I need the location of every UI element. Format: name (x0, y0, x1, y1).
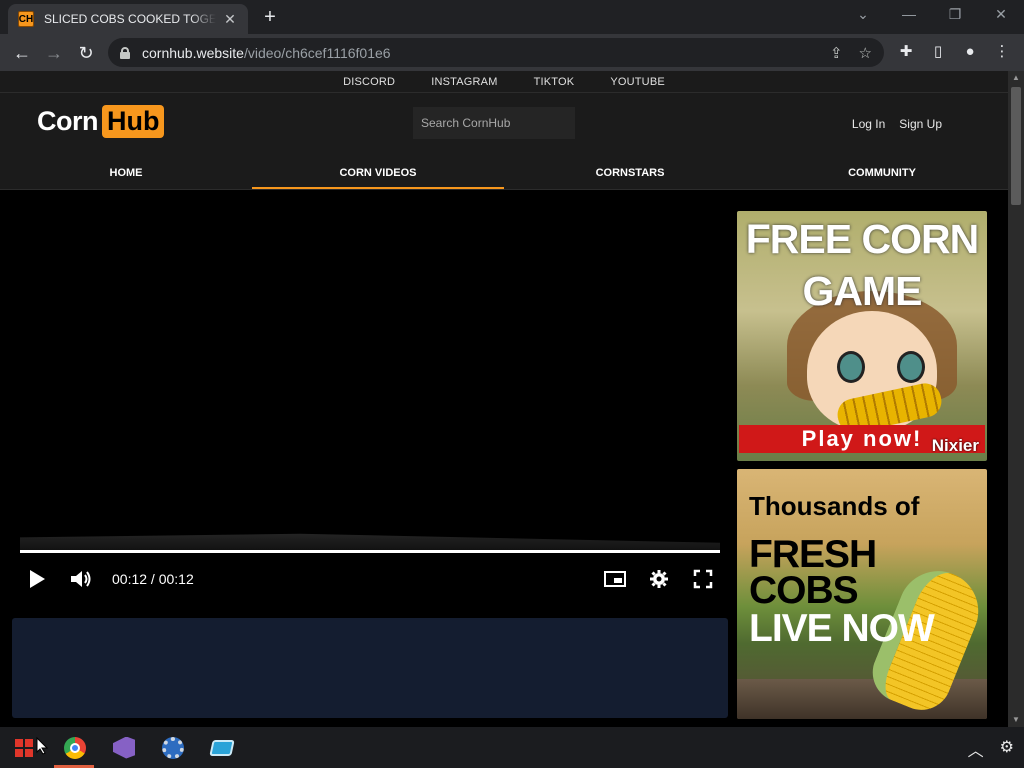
close-window-button[interactable]: ✕ (989, 6, 1013, 23)
tab-close-icon[interactable]: ✕ (222, 11, 238, 28)
profile-avatar-icon[interactable]: ● (958, 40, 982, 64)
ad-banner-fresh-cobs[interactable]: Thousands of FRESH COBS LIVE NOW (737, 469, 987, 719)
taskbar-chrome[interactable] (51, 727, 99, 768)
settings-gear-icon (162, 736, 184, 759)
browser-tab[interactable]: CH SLICED COBS COOKED TOGETHE ✕ (8, 4, 248, 34)
nav-cornstars[interactable]: CORNSTARS (504, 159, 756, 189)
volume-icon (71, 571, 91, 587)
progress-bar[interactable] (20, 550, 720, 553)
lock-icon[interactable] (120, 46, 130, 59)
logo-text-corn: Corn (37, 106, 99, 136)
ad-subheadline: FRESH COBS (749, 533, 877, 612)
play-icon (30, 570, 45, 588)
nav-corn-videos[interactable]: CORN VIDEOS (252, 159, 504, 189)
login-link[interactable]: Log In (852, 117, 885, 131)
signup-link[interactable]: Sign Up (899, 117, 942, 131)
ad-character-eye (897, 351, 925, 383)
scroll-thumb[interactable] (1011, 87, 1021, 205)
volume-button[interactable] (70, 567, 94, 591)
scroll-down-arrow-icon[interactable]: ▼ (1008, 713, 1024, 727)
ad-banner-corn-game[interactable]: FREE CORN GAME Play now! Nixier (737, 211, 987, 461)
favicon-icon: CH (18, 11, 34, 27)
ad-live-now: LIVE NOW (749, 607, 935, 650)
forward-button[interactable]: → (41, 40, 67, 66)
tab-strip: CH SLICED COBS COOKED TOGETHE ✕ + ⌄ — ❐ … (0, 0, 1024, 34)
taskbar-visual-studio[interactable] (100, 727, 148, 768)
video-info-panel (12, 618, 728, 718)
tray-gear-icon[interactable]: ⚙ (1000, 737, 1014, 761)
logo-text-hub: Hub (102, 105, 165, 138)
address-bar[interactable]: cornhub.website/video/ch6cef1116f01e6 ⇪ … (108, 38, 884, 67)
social-link-instagram[interactable]: INSTAGRAM (431, 76, 497, 88)
minimize-button[interactable]: — (897, 6, 921, 22)
settings-button[interactable] (649, 567, 669, 591)
extensions-icon[interactable]: ✚ (894, 40, 918, 64)
windows-logo-icon (15, 738, 33, 757)
pip-button[interactable] (604, 567, 626, 591)
fullscreen-button[interactable] (693, 567, 713, 591)
bookmark-star-icon[interactable]: ☆ (859, 44, 872, 62)
back-button[interactable]: ← (9, 40, 35, 66)
main-nav: HOME CORN VIDEOS CORNSTARS COMMUNITY (0, 159, 1008, 190)
visual-studio-icon (113, 736, 135, 759)
time-display: 00:12 / 00:12 (112, 571, 194, 587)
url-host: cornhub.website (142, 44, 244, 61)
tab-search-dropdown-icon[interactable]: ⌄ (851, 6, 875, 23)
social-link-discord[interactable]: DISCORD (343, 76, 395, 88)
system-tray: ︿ ⚙ (968, 737, 1014, 761)
auth-links: Log In Sign Up (852, 117, 942, 131)
taskbar-settings[interactable] (149, 727, 197, 768)
search-input[interactable] (413, 107, 575, 139)
tray-chevron-icon[interactable]: ︿ (968, 737, 984, 761)
ad-title: FREE CORN GAME (745, 216, 979, 314)
tool-app-icon (209, 739, 235, 756)
mouse-cursor-icon (36, 737, 48, 755)
share-icon[interactable]: ⇪ (830, 44, 843, 62)
menu-kebab-icon[interactable]: ⋮ (990, 40, 1014, 64)
taskbar-tool-app[interactable] (198, 727, 246, 768)
side-panel-icon[interactable]: ▯ (926, 40, 950, 64)
social-link-youtube[interactable]: YOUTUBE (610, 76, 665, 88)
ad-character-eye (837, 351, 865, 383)
page-scrollbar[interactable]: ▲ ▼ (1008, 71, 1024, 727)
web-page: DISCORD INSTAGRAM TIKTOK YOUTUBE Corn Hu… (0, 71, 1008, 727)
tab-title: SLICED COBS COOKED TOGETHE (44, 12, 216, 26)
player-shade (20, 533, 720, 550)
ad-brand: Nixier (931, 436, 979, 455)
new-tab-button[interactable]: + (258, 6, 282, 28)
play-button[interactable] (28, 567, 46, 591)
site-logo[interactable]: Corn Hub (37, 105, 165, 138)
fullscreen-icon (693, 569, 713, 589)
scroll-up-arrow-icon[interactable]: ▲ (1008, 71, 1024, 85)
nav-home[interactable]: HOME (0, 159, 252, 189)
social-link-tiktok[interactable]: TIKTOK (534, 76, 575, 88)
url-path: /video/ch6cef1116f01e6 (243, 44, 391, 61)
site-header: Corn Hub Log In Sign Up (0, 93, 1008, 159)
picture-in-picture-icon (604, 571, 626, 587)
nav-community[interactable]: COMMUNITY (756, 159, 1008, 189)
chrome-icon (64, 736, 86, 759)
windows-taskbar: ︿ ⚙ (0, 727, 1024, 768)
social-links-bar: DISCORD INSTAGRAM TIKTOK YOUTUBE (0, 71, 1008, 93)
restore-button[interactable]: ❐ (943, 6, 967, 23)
video-player[interactable]: 00:12 / 00:12 (12, 192, 728, 609)
ad-headline: Thousands of (749, 491, 920, 521)
reload-button[interactable]: ↻ (73, 40, 99, 66)
gear-icon (650, 570, 668, 588)
browser-toolbar: ← → ↻ cornhub.website/video/ch6cef1116f0… (0, 34, 1024, 71)
